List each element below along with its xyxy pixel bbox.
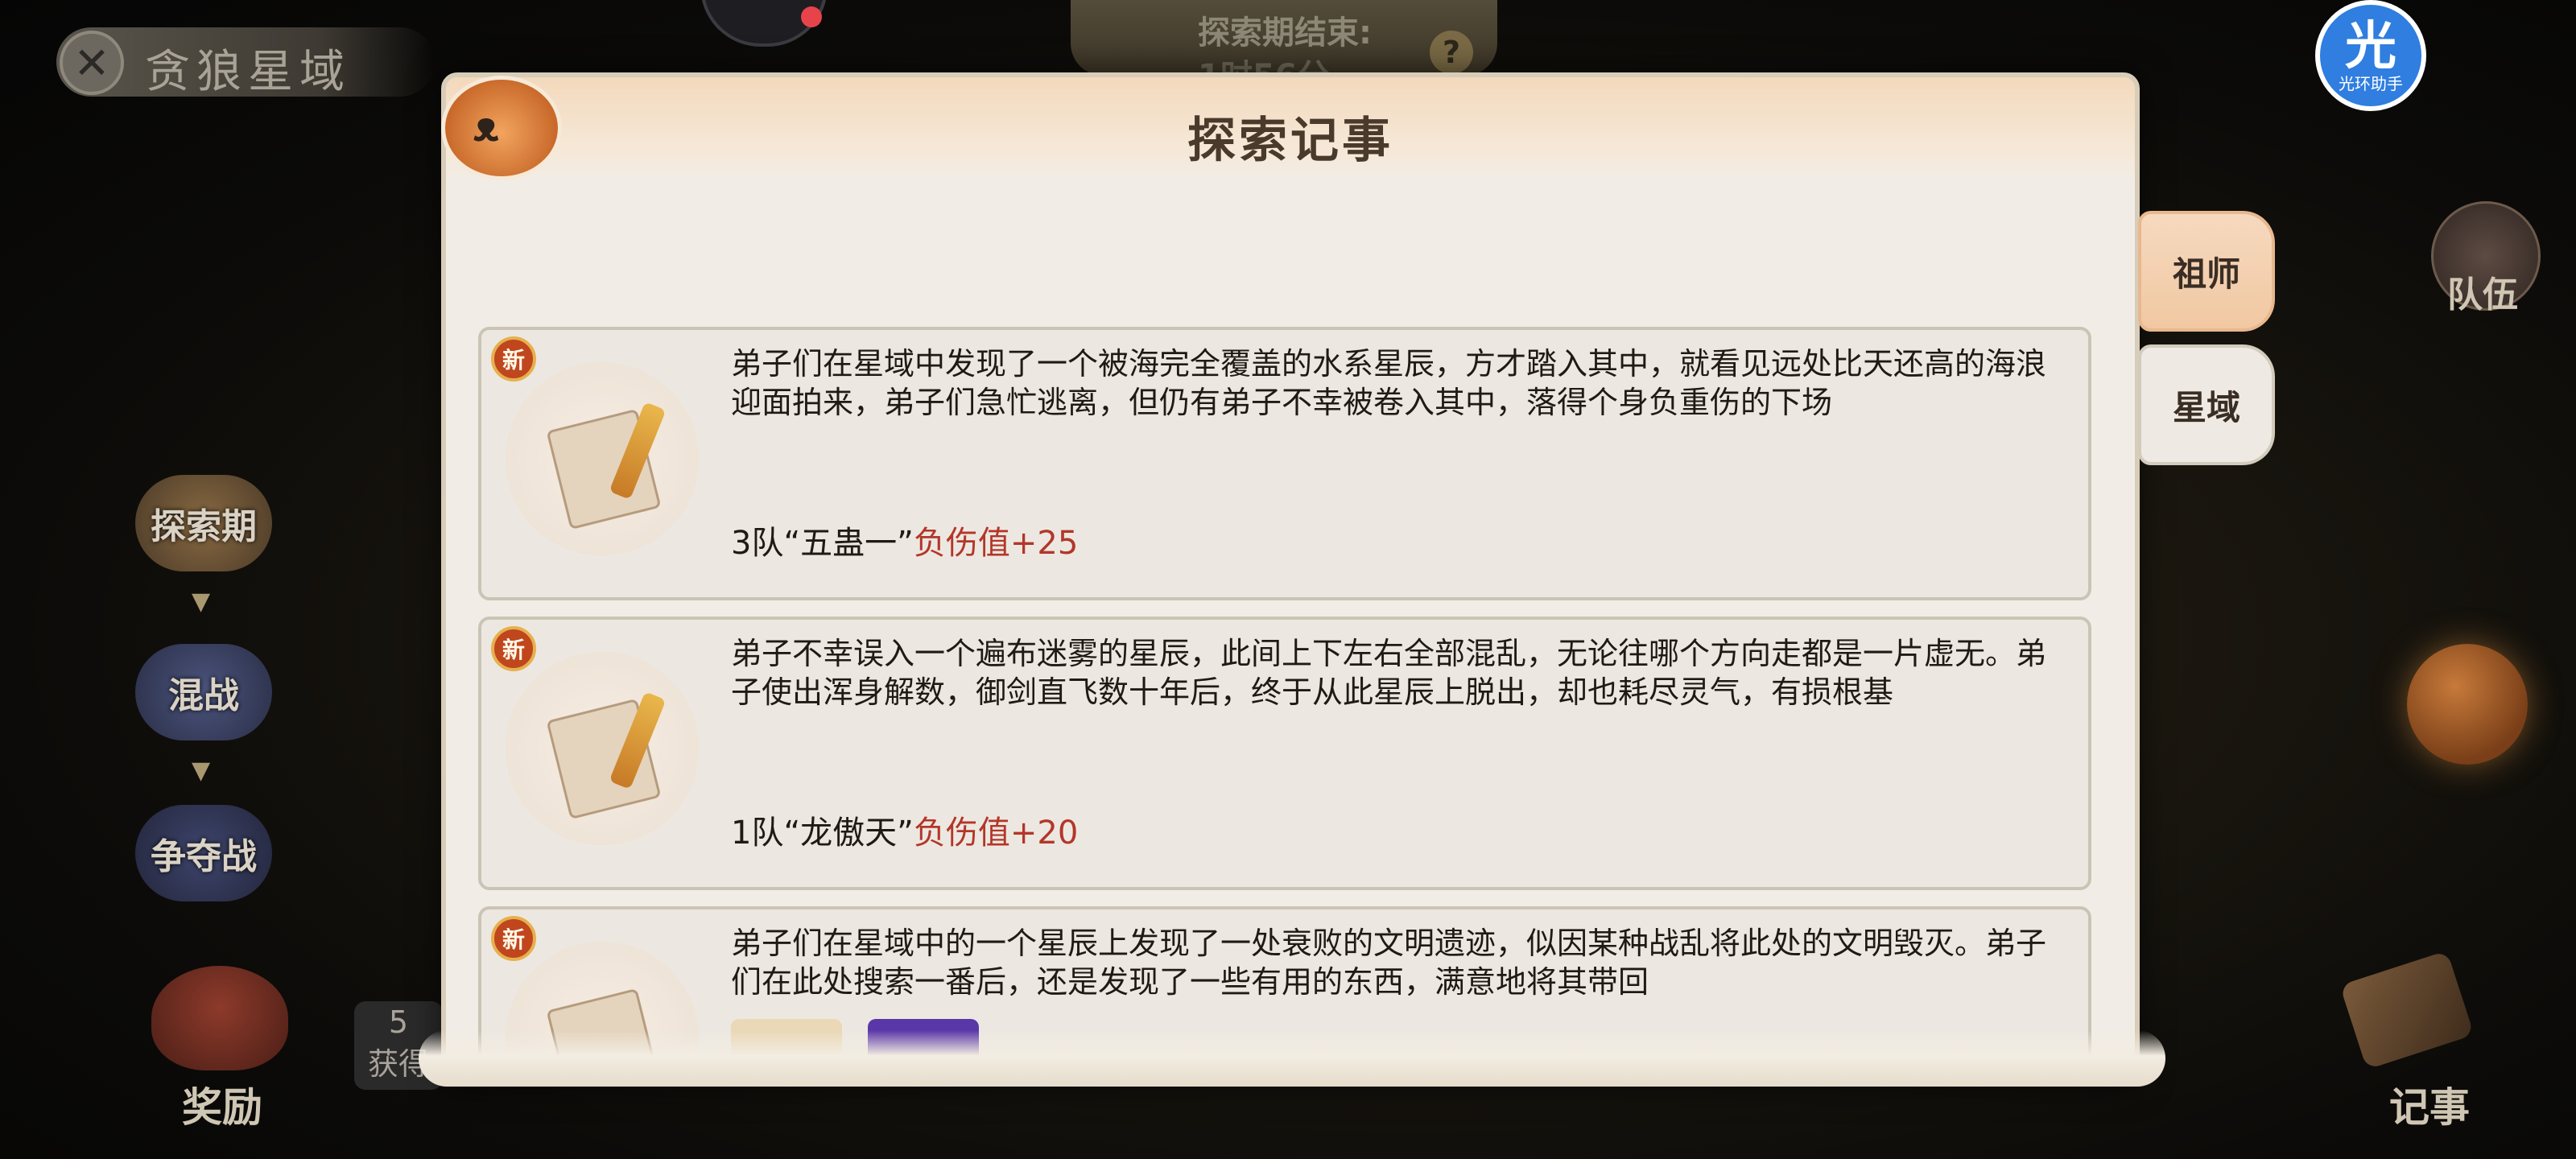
new-badge: 新 — [491, 336, 536, 382]
dialog-title: 探索记事 — [1187, 113, 1393, 169]
realm-name: 贪狼星域 — [145, 46, 351, 98]
cat-face-icon: ᴥ — [473, 103, 499, 151]
entry-description: 弟子不幸误入一个遍布迷雾的星辰，此间上下左右全部混乱，无论往哪个方向走都是一片虚… — [731, 636, 2047, 710]
entry-effect: 负伤值+20 — [913, 815, 1079, 852]
entry-team: 1队“龙傲天” — [731, 815, 914, 852]
log-label[interactable]: 记事 — [2389, 1075, 2470, 1133]
close-button[interactable]: ✕ — [60, 31, 124, 95]
planet-icon[interactable] — [2407, 644, 2528, 765]
notification-dot — [801, 6, 822, 27]
entry-description: 弟子们在星域中发现了一个被海完全覆盖的水系星辰，方才踏入其中，就看见远处比天还高… — [731, 346, 2047, 420]
dialog-bottom-border — [419, 1030, 2165, 1087]
timer-label: 探索期结束: — [1198, 14, 1372, 52]
stage-melee: 混战 — [135, 644, 272, 740]
entry-team: 3队“五蛊一” — [731, 525, 914, 562]
stage-arrow-icon: ▼ — [192, 757, 211, 785]
halo-helper-label: 光环助手 — [2339, 74, 2403, 93]
entry-effect: 负伤值+25 — [913, 525, 1079, 562]
reward-label[interactable]: 奖励 — [182, 1075, 262, 1133]
log-entry-list[interactable]: 新 弟子们在星域中发现了一个被海完全覆盖的水系星辰，方才踏入其中，就看见远处比天… — [478, 327, 2091, 1067]
entry-description: 弟子们在星域中的一个星辰上发现了一处衰败的文明遗迹，似因某种战乱将此处的文明毁灭… — [731, 926, 2047, 1000]
halo-helper-button[interactable]: 光 光环助手 — [2315, 0, 2426, 111]
entry-result: 3队“五蛊一”负伤值+25 — [731, 517, 1078, 563]
reward-bag-icon[interactable] — [151, 966, 288, 1070]
stage-contest: 争夺战 — [135, 805, 272, 901]
cat-mascot-icon — [441, 76, 562, 180]
log-scroll-icon[interactable] — [2339, 951, 2475, 1070]
new-badge: 新 — [491, 626, 536, 671]
dialog-header: 探索记事 — [446, 77, 2135, 182]
scroll-icon — [506, 652, 699, 845]
log-entry: 新 弟子们在星域中发现了一个被海完全覆盖的水系星辰，方才踏入其中，就看见远处比天… — [478, 327, 2091, 600]
halo-helper-glyph: 光 — [2345, 17, 2396, 76]
stage-arrow-icon: ▼ — [192, 588, 211, 616]
log-entry: 新 弟子不幸误入一个遍布迷雾的星辰，此间上下左右全部混乱，无论往哪个方向走都是一… — [478, 617, 2091, 890]
entry-result: 1队“龙傲天”负伤值+20 — [731, 806, 1078, 853]
exploration-log-dialog: 探索记事 新 弟子们在星域中发现了一个被海完全覆盖的水系星辰，方才踏入其中，就看… — [441, 72, 2140, 1087]
help-icon[interactable]: ? — [1430, 31, 1473, 74]
tab-patriarch[interactable]: 祖师 — [2138, 211, 2275, 332]
new-badge: 新 — [491, 916, 536, 961]
team-label[interactable]: 队伍 — [2447, 266, 2518, 317]
close-icon: ✕ — [73, 37, 110, 89]
scroll-icon — [506, 362, 699, 555]
tab-star-realm[interactable]: 星域 — [2138, 344, 2275, 465]
stage-exploration: 探索期 — [135, 475, 272, 571]
